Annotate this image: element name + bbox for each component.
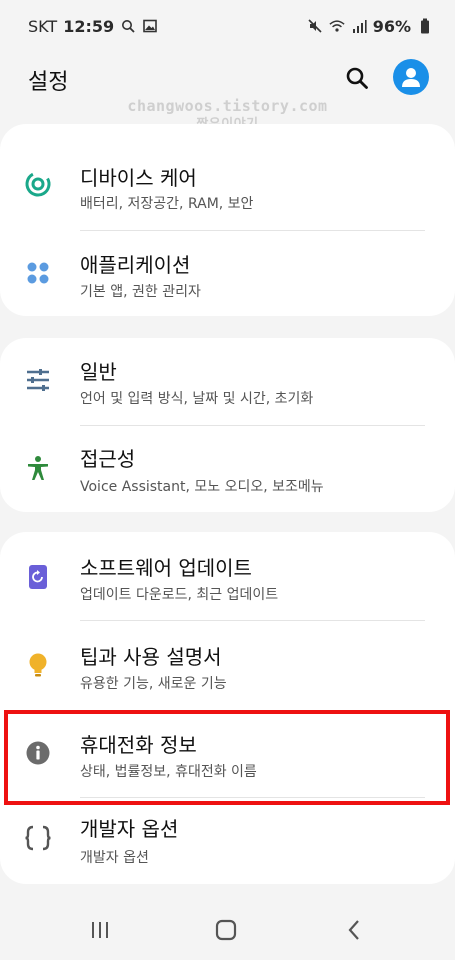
- home-icon: [215, 919, 237, 941]
- setting-title: 개발자 옵션: [80, 817, 179, 841]
- settings-group-3: 소프트웨어 업데이트 업데이트 다운로드, 최근 업데이트 팁과 사용 설명서 …: [0, 532, 455, 884]
- info-icon: [24, 739, 52, 767]
- setting-title: 팁과 사용 설명서: [80, 645, 222, 669]
- setting-title: 디바이스 케어: [80, 166, 197, 190]
- setting-subtitle: 업데이트 다운로드, 최근 업데이트: [80, 587, 279, 603]
- braces-icon: [24, 824, 52, 852]
- status-left: SKT 12:59: [28, 17, 158, 36]
- back-icon: [348, 920, 359, 940]
- setting-subtitle: 기본 앱, 권한 관리자: [80, 284, 201, 300]
- setting-item-about-phone[interactable]: 휴대전화 정보 상태, 법률정보, 휴대전화 이름: [0, 711, 455, 797]
- setting-subtitle: 유용한 기능, 새로운 기능: [80, 676, 227, 692]
- settings-group-1: 디바이스 케어 배터리, 저장공간, RAM, 보안 애플리케이션 기본 앱, …: [0, 124, 455, 316]
- setting-title: 휴대전화 정보: [80, 733, 197, 757]
- page-title: 설정: [28, 70, 69, 95]
- home-button[interactable]: [212, 916, 240, 944]
- lightbulb-icon: [24, 651, 52, 679]
- setting-subtitle: 개발자 옵션: [80, 850, 149, 866]
- setting-title: 소프트웨어 업데이트: [80, 556, 252, 580]
- accessibility-icon: [24, 454, 52, 482]
- apps-grid-icon: [24, 259, 52, 287]
- setting-item-applications[interactable]: 애플리케이션 기본 앱, 권한 관리자: [0, 231, 455, 316]
- recent-apps-icon: [92, 922, 108, 938]
- signal-icon: [351, 18, 367, 34]
- account-avatar-button[interactable]: [393, 59, 429, 95]
- battery-percent: 96%: [372, 16, 411, 36]
- search-icon: [346, 67, 368, 89]
- recent-apps-button[interactable]: [86, 916, 114, 944]
- sliders-icon: [24, 366, 52, 394]
- back-button[interactable]: [340, 916, 368, 944]
- setting-title: 접근성: [80, 447, 136, 471]
- carrier-label: SKT: [28, 16, 58, 36]
- settings-group-2: 일반 언어 및 입력 방식, 날짜 및 시간, 초기화 접근성 Voice As…: [0, 338, 455, 512]
- status-bar: SKT 12:59 96%: [0, 0, 455, 52]
- mute-icon: [307, 18, 323, 34]
- device-care-icon: [24, 170, 52, 198]
- software-update-icon: [24, 563, 52, 591]
- setting-title: 일반: [80, 360, 117, 384]
- setting-title: 애플리케이션: [80, 253, 191, 277]
- setting-subtitle: 언어 및 입력 방식, 날짜 및 시간, 초기화: [80, 391, 314, 407]
- setting-item-developer-options[interactable]: 개발자 옵션 개발자 옵션: [0, 798, 455, 884]
- image-icon: [142, 18, 158, 34]
- setting-subtitle: Voice Assistant, 모노 오디오, 보조메뉴: [80, 479, 324, 495]
- setting-item-device-care[interactable]: 디바이스 케어 배터리, 저장공간, RAM, 보안: [0, 124, 455, 229]
- navigation-bar: [0, 900, 455, 960]
- account-icon: [402, 68, 420, 87]
- setting-item-accessibility[interactable]: 접근성 Voice Assistant, 모노 오디오, 보조메뉴: [0, 426, 455, 512]
- wifi-icon: [329, 18, 345, 34]
- clock: 12:59: [63, 16, 115, 36]
- setting-item-tips-manual[interactable]: 팁과 사용 설명서 유용한 기능, 새로운 기능: [0, 621, 455, 709]
- search-icon: [120, 18, 136, 34]
- setting-item-general[interactable]: 일반 언어 및 입력 방식, 날짜 및 시간, 초기화: [0, 338, 455, 425]
- setting-subtitle: 배터리, 저장공간, RAM, 보안: [80, 196, 254, 212]
- search-button[interactable]: [343, 64, 371, 92]
- setting-item-software-update[interactable]: 소프트웨어 업데이트 업데이트 다운로드, 최근 업데이트: [0, 532, 455, 620]
- status-right: 96%: [307, 17, 433, 36]
- setting-subtitle: 상태, 법률정보, 휴대전화 이름: [80, 764, 257, 780]
- battery-icon: [417, 18, 433, 34]
